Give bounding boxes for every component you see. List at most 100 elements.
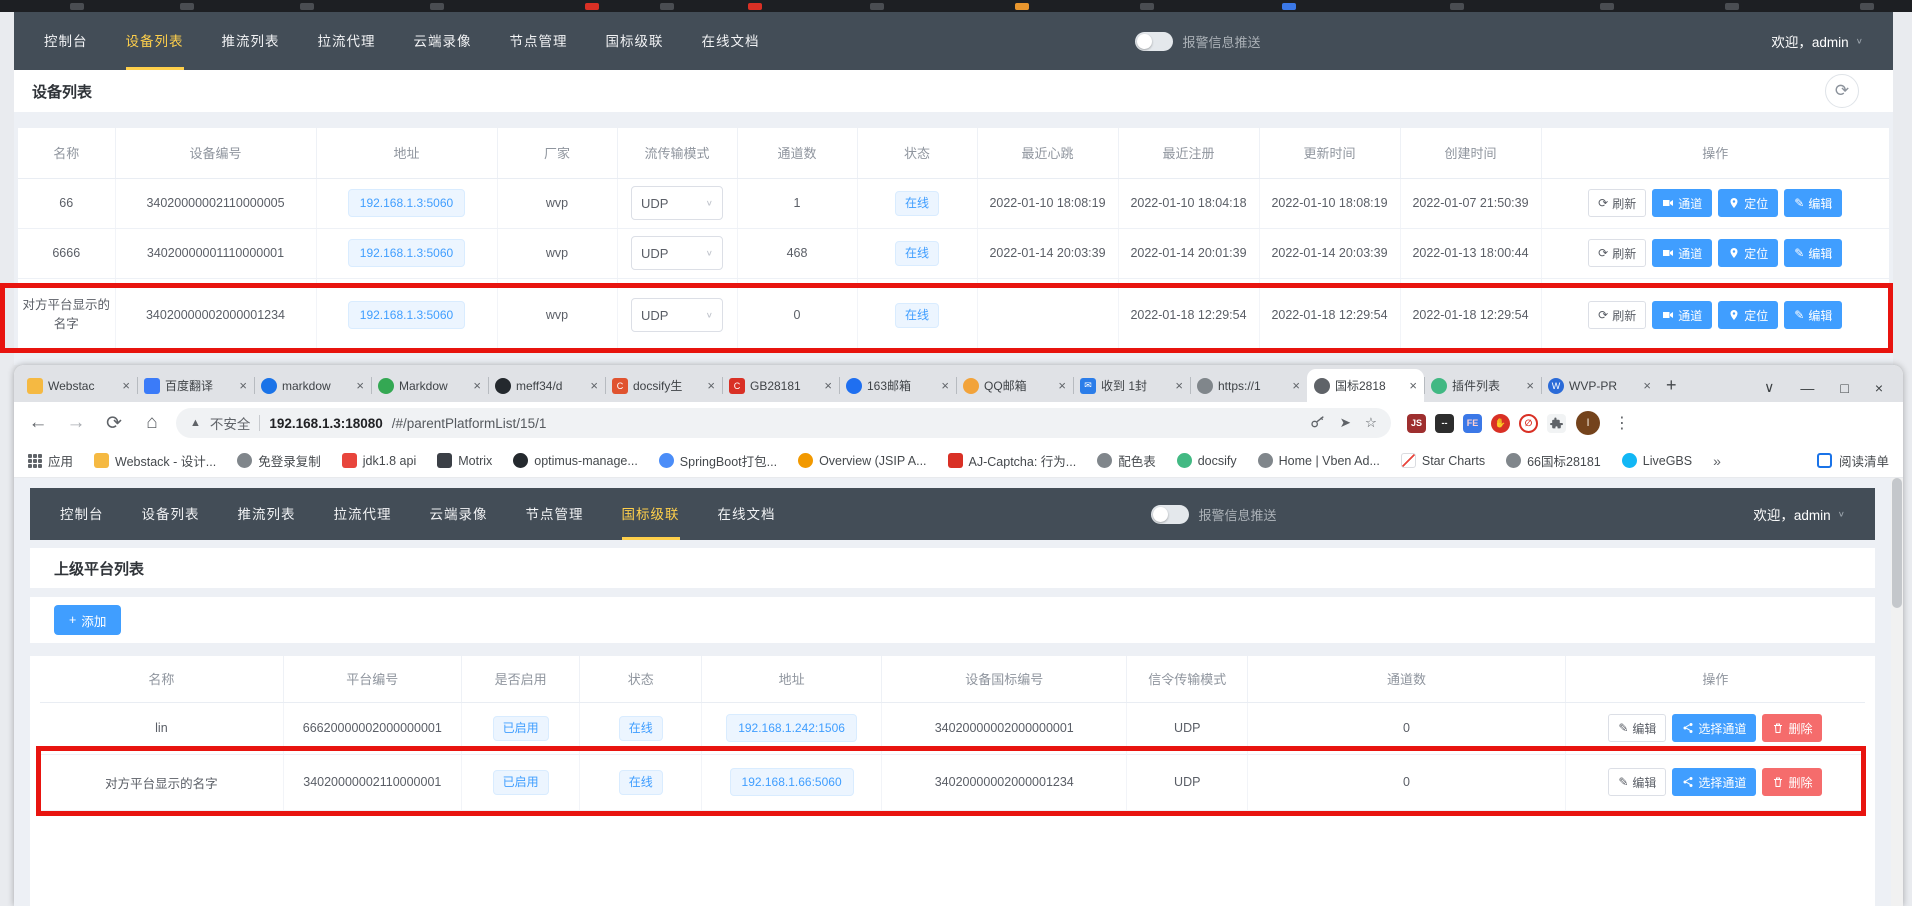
adblock-extension-icon[interactable]: ∅ bbox=[1519, 414, 1538, 433]
minimize-button[interactable]: — bbox=[1800, 380, 1814, 396]
browser-tab[interactable]: Cdocsify生× bbox=[605, 369, 722, 402]
js-extension-icon[interactable]: JS bbox=[1407, 414, 1426, 433]
nav-tab-console[interactable]: 控制台 bbox=[44, 12, 88, 70]
bookmark-optimus[interactable]: optimus-manage... bbox=[513, 453, 638, 468]
home-icon[interactable]: ⌂ bbox=[138, 412, 166, 434]
delete-button[interactable]: 删除 bbox=[1762, 714, 1822, 742]
refresh-button[interactable]: ⟳刷新 bbox=[1588, 189, 1646, 217]
close-icon[interactable]: × bbox=[122, 378, 130, 393]
forward-icon[interactable]: → bbox=[62, 412, 90, 434]
edit-button[interactable]: ✎编辑 bbox=[1608, 714, 1666, 742]
browser-tab[interactable]: ✉收到 1封× bbox=[1073, 369, 1190, 402]
address-tag[interactable]: 192.168.1.3:5060 bbox=[348, 189, 465, 217]
bookmark-motrix[interactable]: Motrix bbox=[437, 453, 492, 468]
browser-tab[interactable]: Markdow× bbox=[371, 369, 488, 402]
security-label[interactable]: 不安全 bbox=[210, 413, 251, 433]
browser-tab[interactable]: 163邮箱× bbox=[839, 369, 956, 402]
bookmarks-overflow-chevron[interactable]: » bbox=[1713, 453, 1721, 469]
nav-tab-cloud-record[interactable]: 云端录像 bbox=[430, 488, 488, 540]
address-tag[interactable]: 192.168.1.3:5060 bbox=[348, 301, 465, 329]
browser-tab[interactable]: 插件列表× bbox=[1424, 369, 1541, 402]
send-icon[interactable]: ➤ bbox=[1340, 415, 1351, 431]
add-platform-button[interactable]: +添加 bbox=[54, 605, 121, 635]
channel-button[interactable]: 通道 bbox=[1652, 301, 1712, 329]
delete-button[interactable]: 删除 bbox=[1762, 768, 1822, 796]
bookmark-gb28181[interactable]: 66国标28181 bbox=[1506, 451, 1601, 470]
goggles-extension-icon[interactable]: -- bbox=[1435, 414, 1454, 433]
stop-hand-extension-icon[interactable]: ✋ bbox=[1491, 414, 1510, 433]
reload-icon[interactable]: ⟳ bbox=[100, 412, 128, 435]
nav-tab-gb-cascade[interactable]: 国标级联 bbox=[606, 12, 664, 70]
nav-tab-device-list[interactable]: 设备列表 bbox=[126, 12, 184, 70]
page-refresh-button[interactable]: ⟳ bbox=[1825, 74, 1859, 108]
close-icon[interactable]: × bbox=[941, 378, 949, 393]
bookmark-apps[interactable]: 应用 bbox=[28, 451, 73, 470]
close-icon[interactable]: × bbox=[1409, 378, 1417, 393]
nav-tab-online-docs[interactable]: 在线文档 bbox=[702, 12, 760, 70]
close-icon[interactable]: × bbox=[1526, 378, 1534, 393]
password-key-icon[interactable] bbox=[1310, 414, 1326, 433]
nav-tab-push-list[interactable]: 推流列表 bbox=[238, 488, 296, 540]
address-tag[interactable]: 192.168.1.242:1506 bbox=[726, 714, 857, 742]
fe-extension-icon[interactable]: FE bbox=[1463, 414, 1482, 433]
alarm-push-toggle[interactable] bbox=[1151, 505, 1189, 524]
channel-button[interactable]: 通道 bbox=[1652, 189, 1712, 217]
reading-list[interactable]: 阅读清单 bbox=[1817, 451, 1889, 470]
close-icon[interactable]: × bbox=[239, 378, 247, 393]
locate-button[interactable]: 定位 bbox=[1718, 239, 1778, 267]
tab-search-chevron-icon[interactable]: ∨ bbox=[1764, 379, 1774, 396]
bookmark-docsify[interactable]: docsify bbox=[1177, 453, 1237, 468]
browser-tab[interactable]: WWVP-PR× bbox=[1541, 369, 1658, 402]
channel-button[interactable]: 通道 bbox=[1652, 239, 1712, 267]
transport-select[interactable]: UDP∨ bbox=[631, 186, 723, 220]
bookmark-springboot[interactable]: SpringBoot打包... bbox=[659, 451, 777, 470]
nav-tab-device-list[interactable]: 设备列表 bbox=[142, 488, 200, 540]
nav-tab-gb-cascade[interactable]: 国标级联 bbox=[622, 488, 680, 540]
alarm-push-toggle[interactable] bbox=[1135, 32, 1173, 51]
bookmark-aj-captcha[interactable]: AJ-Captcha: 行为... bbox=[948, 451, 1077, 470]
bookmark-livegbs[interactable]: LiveGBS bbox=[1622, 453, 1692, 468]
scrollbar[interactable] bbox=[1891, 478, 1903, 906]
close-icon[interactable]: × bbox=[1175, 378, 1183, 393]
close-window-button[interactable]: × bbox=[1875, 380, 1883, 396]
browser-tab[interactable]: markdow× bbox=[254, 369, 371, 402]
bookmark-overview-jsip[interactable]: Overview (JSIP A... bbox=[798, 453, 926, 468]
edit-button[interactable]: ✎编辑 bbox=[1608, 768, 1666, 796]
refresh-button[interactable]: ⟳刷新 bbox=[1588, 301, 1646, 329]
browser-tab[interactable]: meff34/d× bbox=[488, 369, 605, 402]
nav-tab-online-docs[interactable]: 在线文档 bbox=[718, 488, 776, 540]
browser-tab-active[interactable]: 国标2818× bbox=[1307, 369, 1424, 402]
nav-tab-push-list[interactable]: 推流列表 bbox=[222, 12, 280, 70]
user-menu[interactable]: 欢迎，admin ∨ bbox=[1753, 504, 1845, 524]
refresh-button[interactable]: ⟳刷新 bbox=[1588, 239, 1646, 267]
bookmark-star-icon[interactable]: ☆ bbox=[1365, 415, 1377, 431]
bookmark-vben[interactable]: Home | Vben Ad... bbox=[1258, 453, 1380, 468]
bookmark-copy[interactable]: 免登录复制 bbox=[237, 451, 321, 470]
close-icon[interactable]: × bbox=[590, 378, 598, 393]
nav-tab-cloud-record[interactable]: 云端录像 bbox=[414, 12, 472, 70]
bookmark-webstack[interactable]: Webstack - 设计... bbox=[94, 451, 216, 470]
kebab-menu-icon[interactable]: ⋮ bbox=[1614, 413, 1630, 433]
close-icon[interactable]: × bbox=[824, 378, 832, 393]
new-tab-button[interactable]: + bbox=[1666, 375, 1677, 396]
close-icon[interactable]: × bbox=[707, 378, 715, 393]
address-tag[interactable]: 192.168.1.66:5060 bbox=[730, 768, 854, 796]
edit-button[interactable]: ✎编辑 bbox=[1784, 301, 1842, 329]
transport-select[interactable]: UDP∨ bbox=[631, 236, 723, 270]
puzzle-extensions-icon[interactable] bbox=[1547, 414, 1566, 433]
close-icon[interactable]: × bbox=[1643, 378, 1651, 393]
bookmark-color-table[interactable]: 配色表 bbox=[1097, 451, 1156, 470]
edit-button[interactable]: ✎编辑 bbox=[1784, 239, 1842, 267]
maximize-button[interactable]: □ bbox=[1840, 380, 1848, 396]
locate-button[interactable]: 定位 bbox=[1718, 189, 1778, 217]
close-icon[interactable]: × bbox=[473, 378, 481, 393]
scrollbar-thumb[interactable] bbox=[1892, 478, 1902, 608]
user-menu[interactable]: 欢迎，admin ∨ bbox=[1771, 31, 1863, 51]
select-channel-button[interactable]: 选择通道 bbox=[1672, 768, 1756, 796]
nav-tab-node-manage[interactable]: 节点管理 bbox=[510, 12, 568, 70]
nav-tab-pull-proxy[interactable]: 拉流代理 bbox=[318, 12, 376, 70]
back-icon[interactable]: ← bbox=[24, 412, 52, 434]
bookmark-star-charts[interactable]: Star Charts bbox=[1401, 453, 1485, 468]
close-icon[interactable]: × bbox=[1058, 378, 1066, 393]
nav-tab-pull-proxy[interactable]: 拉流代理 bbox=[334, 488, 392, 540]
